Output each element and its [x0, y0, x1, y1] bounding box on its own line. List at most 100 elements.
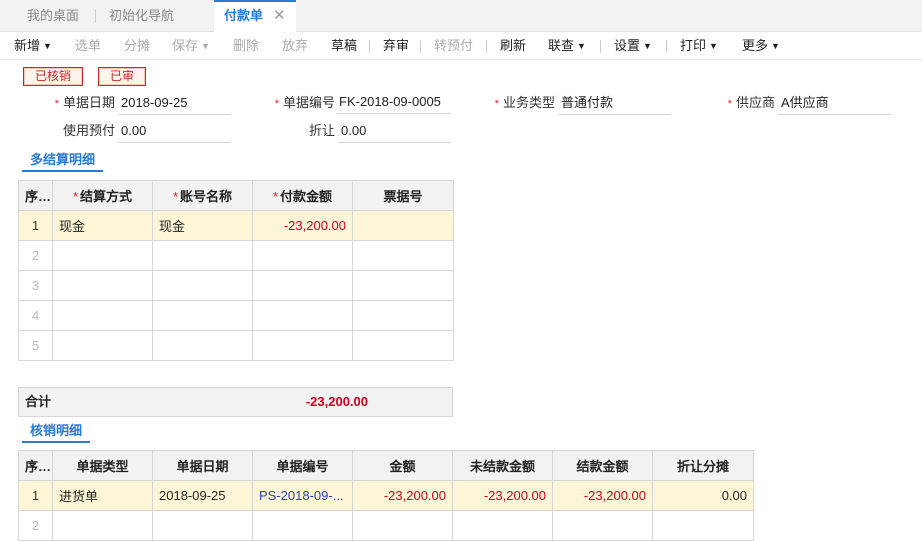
- amount-cell[interactable]: [252, 240, 353, 271]
- discount-field[interactable]: 0.00: [338, 121, 451, 143]
- chevron-down-icon: ▼: [201, 41, 210, 51]
- amount-cell[interactable]: [252, 330, 353, 361]
- row-number: 1: [18, 210, 53, 241]
- toolbar-divider: [486, 40, 487, 53]
- draft-button[interactable]: 草稿: [331, 32, 357, 60]
- print-button[interactable]: 打印 ▼: [680, 32, 718, 60]
- split-button[interactable]: 分摊: [124, 32, 150, 60]
- tab-my-desktop[interactable]: 我的桌面: [27, 0, 79, 32]
- amount-cell[interactable]: [252, 270, 353, 301]
- bill-cell[interactable]: [352, 270, 454, 301]
- date-label-text: 单据日期: [62, 95, 115, 110]
- biztype-field[interactable]: 普通付款: [558, 93, 671, 115]
- method-cell[interactable]: [52, 330, 153, 361]
- table-row[interactable]: 4: [18, 300, 454, 331]
- table-row[interactable]: 3: [18, 270, 454, 301]
- delete-button[interactable]: 删除: [233, 32, 259, 60]
- to-prepay-button[interactable]: 转预付: [434, 32, 473, 60]
- account-cell[interactable]: [152, 270, 253, 301]
- pick-order-button[interactable]: 选单: [75, 32, 101, 60]
- discount-cell[interactable]: [652, 510, 754, 541]
- unsettled-cell[interactable]: -23,200.00: [452, 480, 553, 511]
- refresh-button[interactable]: 刷新: [500, 32, 526, 60]
- bill-cell[interactable]: [352, 330, 454, 361]
- table-row[interactable]: 2: [18, 510, 754, 541]
- type-cell[interactable]: 进货单: [52, 480, 153, 511]
- date-cell[interactable]: 2018-09-25: [152, 480, 253, 511]
- amount-cell[interactable]: [252, 300, 353, 331]
- date-cell[interactable]: [152, 510, 253, 541]
- date-label: * 单据日期: [20, 93, 115, 113]
- settlement-total-row: 合计 -23,200.00: [18, 387, 453, 417]
- settled-cell[interactable]: -23,200.00: [552, 480, 653, 511]
- tab-bar: 我的桌面 初始化导航 付款单 ✕: [0, 0, 922, 32]
- toolbar: 新增 ▼ 选单 分摊 保存 ▼ 删除 放弃 草稿 弃审 转预付 刷新 联查 ▼ 设置 ▼…: [0, 32, 922, 60]
- number-field[interactable]: FK-2018-09-0005: [336, 92, 451, 114]
- save-button[interactable]: 保存 ▼: [172, 32, 210, 60]
- column-header-text: 结算方式: [80, 189, 133, 204]
- column-header: 金额: [352, 450, 453, 481]
- settings-button[interactable]: 设置 ▼: [614, 32, 652, 60]
- supplier-field[interactable]: A供应商: [778, 93, 891, 115]
- supplier-label: * 供应商: [680, 93, 775, 113]
- type-cell[interactable]: [52, 510, 153, 541]
- unaudit-button[interactable]: 弃审: [383, 32, 409, 60]
- method-cell[interactable]: [52, 240, 153, 271]
- amount-cell[interactable]: -23,200.00: [352, 480, 453, 511]
- chevron-down-icon: ▼: [709, 41, 718, 51]
- required-mark: *: [274, 98, 279, 110]
- column-header: 结款金额: [552, 450, 653, 481]
- tab-init-guide[interactable]: 初始化导航: [109, 0, 174, 32]
- account-cell[interactable]: 现金: [152, 210, 253, 241]
- account-cell[interactable]: [152, 330, 253, 361]
- new-button[interactable]: 新增 ▼: [14, 32, 52, 60]
- column-header: 折让分摊: [652, 450, 754, 481]
- settlement-section-title: 多结算明细: [22, 150, 104, 172]
- method-cell[interactable]: 现金: [52, 210, 153, 241]
- tab-payment-voucher[interactable]: 付款单 ✕: [214, 0, 296, 32]
- linked-query-button[interactable]: 联查 ▼: [548, 32, 586, 60]
- discard-button[interactable]: 放弃: [282, 32, 308, 60]
- row-number: 4: [18, 300, 53, 331]
- table-row[interactable]: 1 进货单 2018-09-25 PS-2018-09-... -23,200.…: [18, 480, 754, 511]
- column-header: 序号: [18, 450, 53, 481]
- discount-cell[interactable]: 0.00: [652, 480, 754, 511]
- more-button[interactable]: 更多 ▼: [742, 32, 780, 60]
- chevron-down-icon: ▼: [643, 41, 652, 51]
- doc-number-link[interactable]: PS-2018-09-...: [252, 480, 353, 511]
- number-label: * 单据编号: [240, 93, 335, 113]
- account-cell[interactable]: [152, 240, 253, 271]
- doc-number-link[interactable]: [252, 510, 353, 541]
- amount-cell[interactable]: -23,200.00: [252, 210, 353, 241]
- bill-cell[interactable]: [352, 210, 454, 241]
- new-button-label: 新增: [14, 38, 41, 53]
- toolbar-divider: [420, 40, 421, 53]
- chevron-down-icon: ▼: [577, 41, 586, 51]
- total-label: 合计: [25, 394, 52, 409]
- table-row[interactable]: 2: [18, 240, 454, 271]
- table-row[interactable]: 1 现金 现金 -23,200.00: [18, 210, 454, 241]
- method-cell[interactable]: [52, 270, 153, 301]
- date-field[interactable]: 2018-09-25: [118, 93, 231, 115]
- prepay-field[interactable]: 0.00: [118, 121, 231, 143]
- required-mark: *: [727, 98, 732, 110]
- column-header: 单据日期: [152, 450, 253, 481]
- column-header: 序号: [18, 180, 53, 211]
- account-cell[interactable]: [152, 300, 253, 331]
- audited-stamp: 已审: [98, 67, 146, 86]
- method-cell[interactable]: [52, 300, 153, 331]
- bill-cell[interactable]: [352, 240, 454, 271]
- close-icon[interactable]: ✕: [273, 7, 286, 24]
- settled-cell[interactable]: [552, 510, 653, 541]
- row-number: 2: [18, 240, 53, 271]
- amount-cell[interactable]: [352, 510, 453, 541]
- writeoff-section-title: 核销明细: [22, 421, 91, 443]
- chevron-down-icon: ▼: [43, 41, 52, 51]
- required-mark: *: [494, 98, 499, 110]
- row-number: 2: [18, 510, 53, 541]
- print-button-label: 打印: [680, 38, 707, 53]
- bill-cell[interactable]: [352, 300, 454, 331]
- tab-payment-voucher-label: 付款单: [224, 8, 264, 23]
- table-row[interactable]: 5: [18, 330, 454, 361]
- unsettled-cell[interactable]: [452, 510, 553, 541]
